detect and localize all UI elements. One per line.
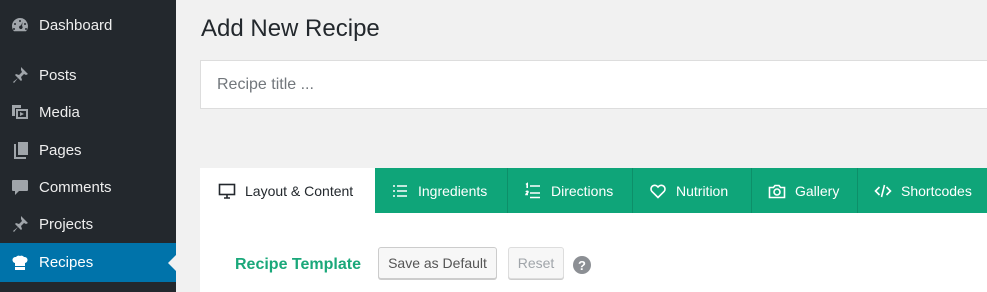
monitor-icon [218, 183, 236, 199]
tab-label: Nutrition [676, 182, 729, 199]
sidebar-item-recipes[interactable]: Recipes [0, 243, 176, 282]
tab-directions[interactable]: Directions [508, 168, 633, 213]
tab-label: Shortcodes [901, 182, 972, 199]
dashboard-icon [9, 14, 31, 36]
code-icon [874, 184, 892, 197]
page-title: Add New Recipe [201, 15, 380, 42]
tab-nutrition[interactable]: Nutrition [633, 168, 752, 213]
tab-label: Gallery [795, 182, 840, 199]
active-indicator [168, 254, 176, 271]
tab-layout-content[interactable]: Layout & Content [200, 168, 375, 213]
media-icon [9, 101, 31, 123]
comment-icon [9, 176, 31, 198]
save-as-default-button[interactable]: Save as Default [378, 247, 497, 279]
tab-label: Layout & Content [245, 182, 354, 199]
sidebar-item-label: Posts [39, 66, 77, 84]
recipe-tabs: Layout & Content Ingredients Directions … [200, 168, 987, 213]
tab-gallery[interactable]: Gallery [752, 168, 858, 213]
tab-ingredients[interactable]: Ingredients [375, 168, 508, 213]
sidebar-item-label: Dashboard [39, 16, 113, 34]
reset-button[interactable]: Reset [508, 247, 564, 279]
heart-icon [650, 184, 666, 199]
sidebar-item-label: Pages [39, 141, 82, 159]
help-icon[interactable]: ? [573, 256, 591, 274]
admin-sidebar: Dashboard Posts Media Pages Comments Pro… [0, 0, 176, 292]
camera-icon [768, 184, 786, 198]
sidebar-item-pages[interactable]: Pages [0, 132, 176, 168]
sidebar-item-projects[interactable]: Projects [0, 206, 176, 242]
pin-icon [9, 213, 31, 235]
tab-label: Directions [551, 182, 614, 199]
numbered-list-icon [525, 181, 540, 198]
sidebar-item-dashboard[interactable]: Dashboard [0, 7, 176, 43]
pin-icon [9, 64, 31, 86]
recipe-title-placeholder: Recipe title ... [217, 75, 314, 93]
list-icon [393, 184, 407, 197]
tab-label: Ingredients [418, 182, 488, 199]
pages-icon [9, 139, 31, 161]
recipe-title-input[interactable]: Recipe title ... [200, 60, 987, 109]
tab-content-panel [200, 213, 987, 292]
recipe-template-label: Recipe Template [235, 256, 361, 273]
sidebar-item-label: Media [39, 103, 80, 121]
sidebar-item-posts[interactable]: Posts [0, 57, 176, 93]
sidebar-item-label: Projects [39, 215, 94, 233]
sidebar-item-label: Recipes [39, 254, 94, 271]
tab-shortcodes[interactable]: Shortcodes [858, 168, 987, 213]
sidebar-item-media[interactable]: Media [0, 94, 176, 130]
sidebar-item-comments[interactable]: Comments [0, 169, 176, 205]
sidebar-item-label: Comments [39, 178, 112, 196]
chef-hat-icon [9, 252, 31, 274]
